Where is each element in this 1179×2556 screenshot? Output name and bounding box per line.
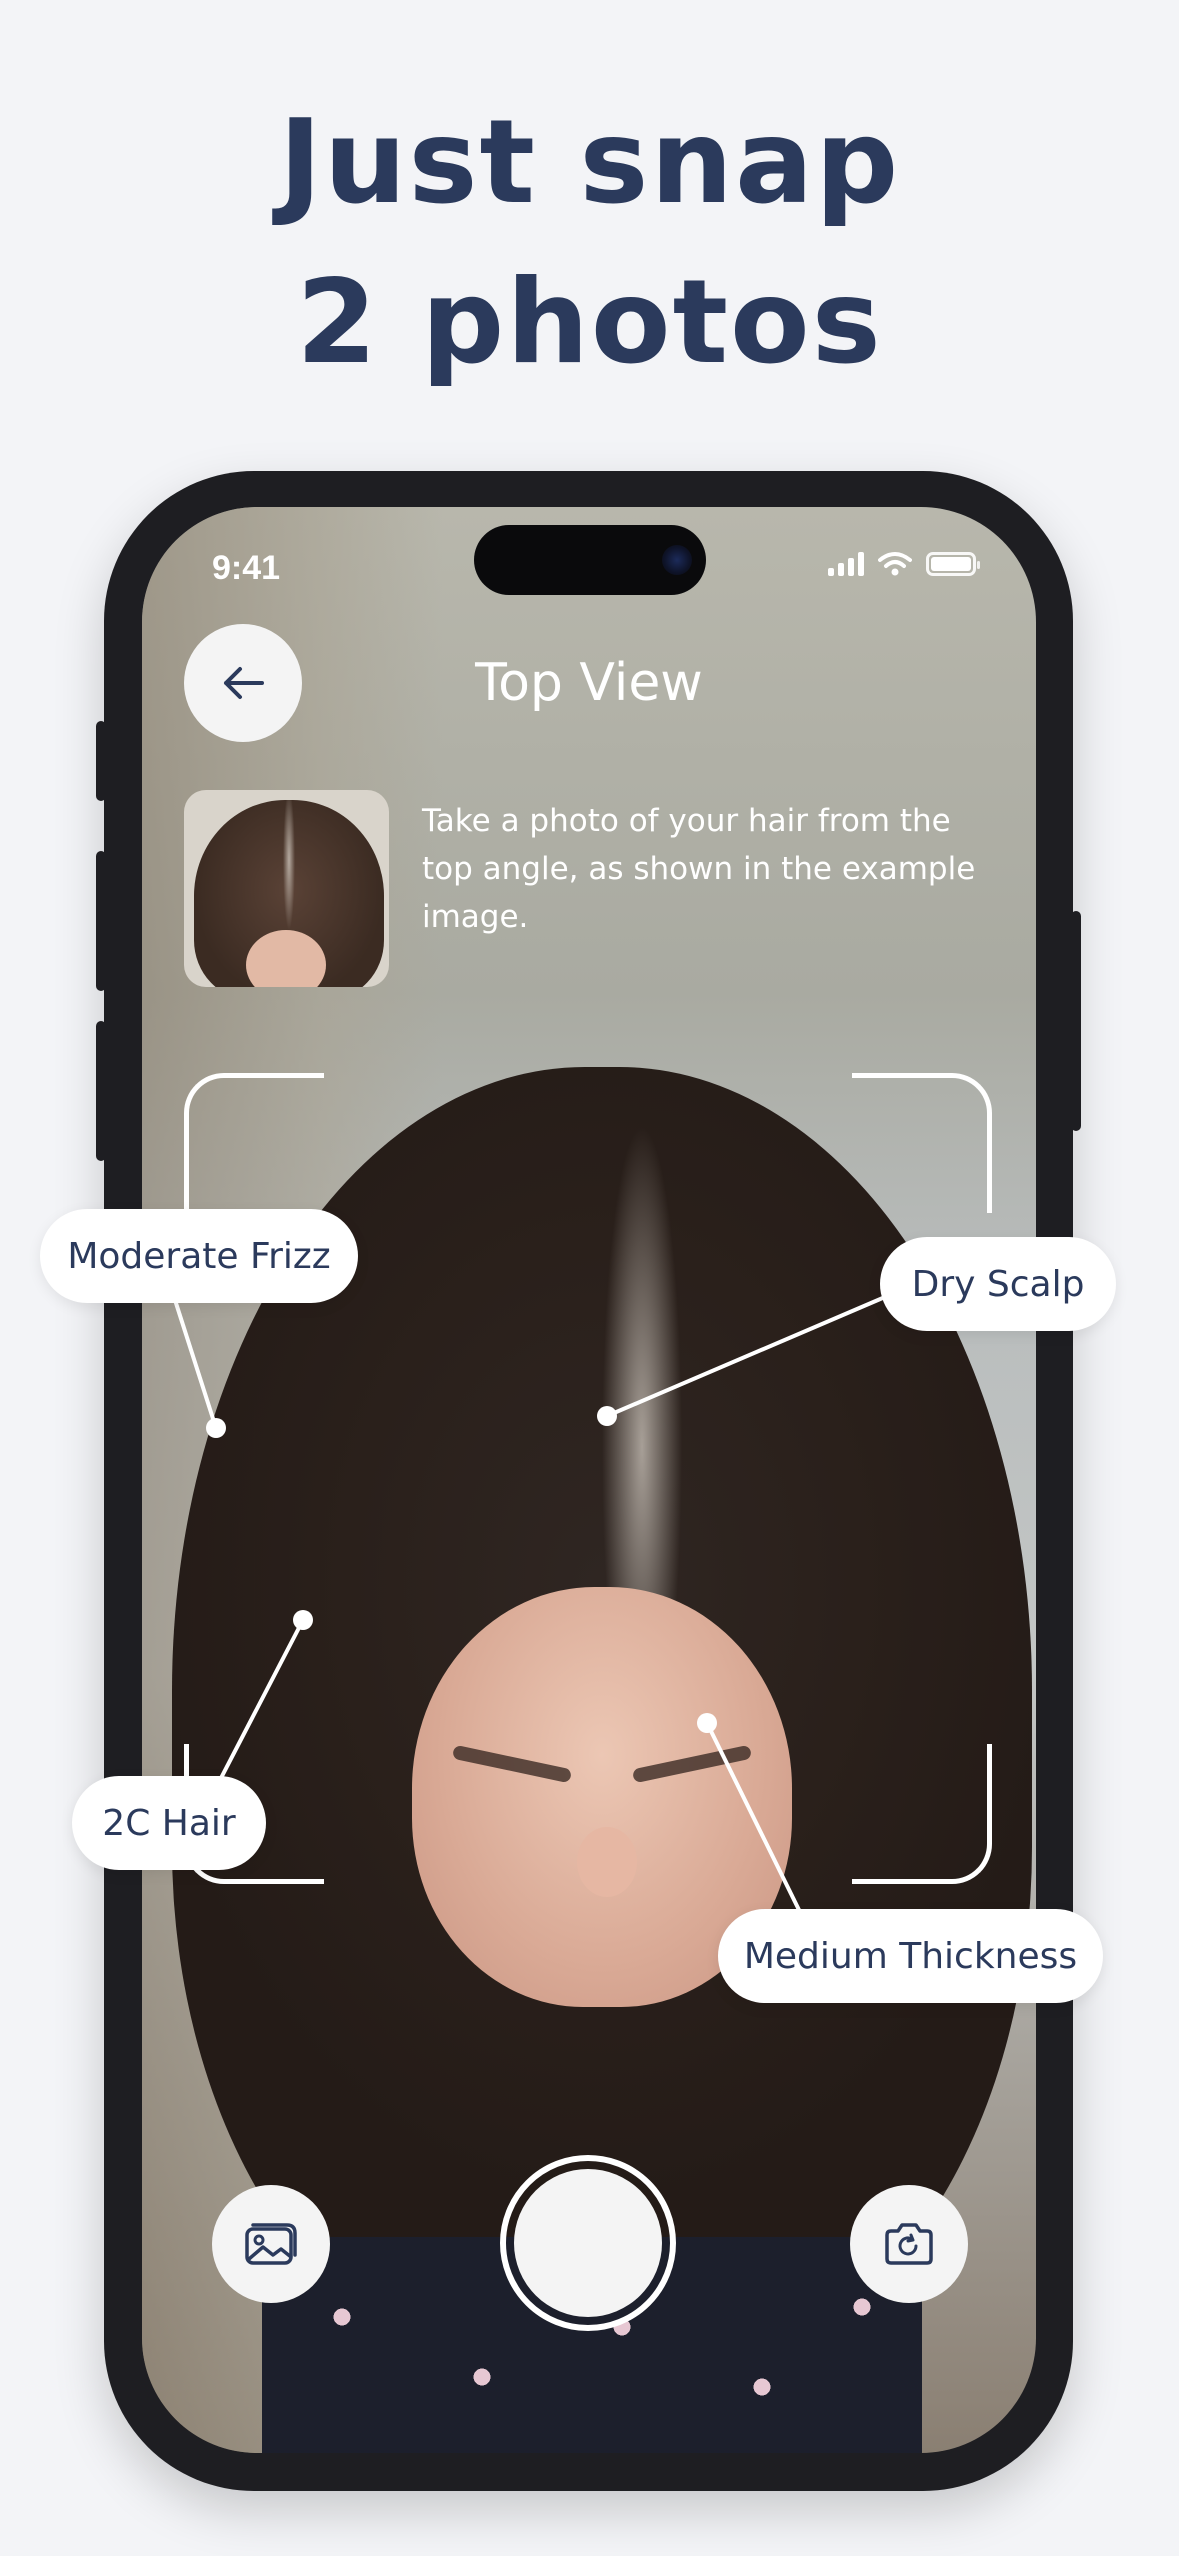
annotation-dry-scalp: Dry Scalp xyxy=(880,1237,1116,1331)
shutter-icon xyxy=(514,2169,662,2317)
scan-frame-corner-bottom-right xyxy=(852,1744,992,1884)
scan-frame-corner-top-right xyxy=(852,1073,992,1213)
dynamic-island xyxy=(474,525,706,595)
example-image xyxy=(184,790,389,987)
battery-icon xyxy=(926,552,980,576)
image-gallery-icon xyxy=(245,2223,297,2265)
status-icons xyxy=(828,551,980,577)
wifi-icon xyxy=(878,552,912,576)
phone-mockup: 9:41 Top View Take a photo of your hair … xyxy=(96,471,1081,2491)
headline-line-1: Just snap xyxy=(278,95,901,230)
nose-photo xyxy=(577,1827,637,1897)
cellular-signal-icon xyxy=(828,552,864,576)
camera-screen: 9:41 Top View Take a photo of your hair … xyxy=(142,507,1036,2453)
arrow-left-icon xyxy=(224,667,264,699)
camera-flip-icon xyxy=(885,2223,933,2265)
status-time: 9:41 xyxy=(212,549,281,587)
annotation-moderate-frizz: Moderate Frizz xyxy=(40,1209,358,1303)
back-button[interactable] xyxy=(184,624,302,742)
shutter-button[interactable] xyxy=(500,2155,676,2331)
headline-line-2: 2 photos xyxy=(296,255,883,390)
annotation-medium-thickness: Medium Thickness xyxy=(718,1909,1103,2003)
phone-power-button xyxy=(1071,911,1081,1131)
phone-action-button xyxy=(96,721,106,801)
phone-volume-down-button xyxy=(96,1021,106,1161)
annotation-2c-hair: 2C Hair xyxy=(72,1776,266,1870)
scan-frame-corner-top-left xyxy=(184,1073,324,1213)
instructions-text: Take a photo of your hair from the top a… xyxy=(422,803,976,935)
camera-flip-button[interactable] xyxy=(850,2185,968,2303)
gallery-button[interactable] xyxy=(212,2185,330,2303)
phone-volume-up-button xyxy=(96,851,106,991)
screen-title: Top View xyxy=(475,653,703,713)
front-camera-icon xyxy=(662,545,692,575)
